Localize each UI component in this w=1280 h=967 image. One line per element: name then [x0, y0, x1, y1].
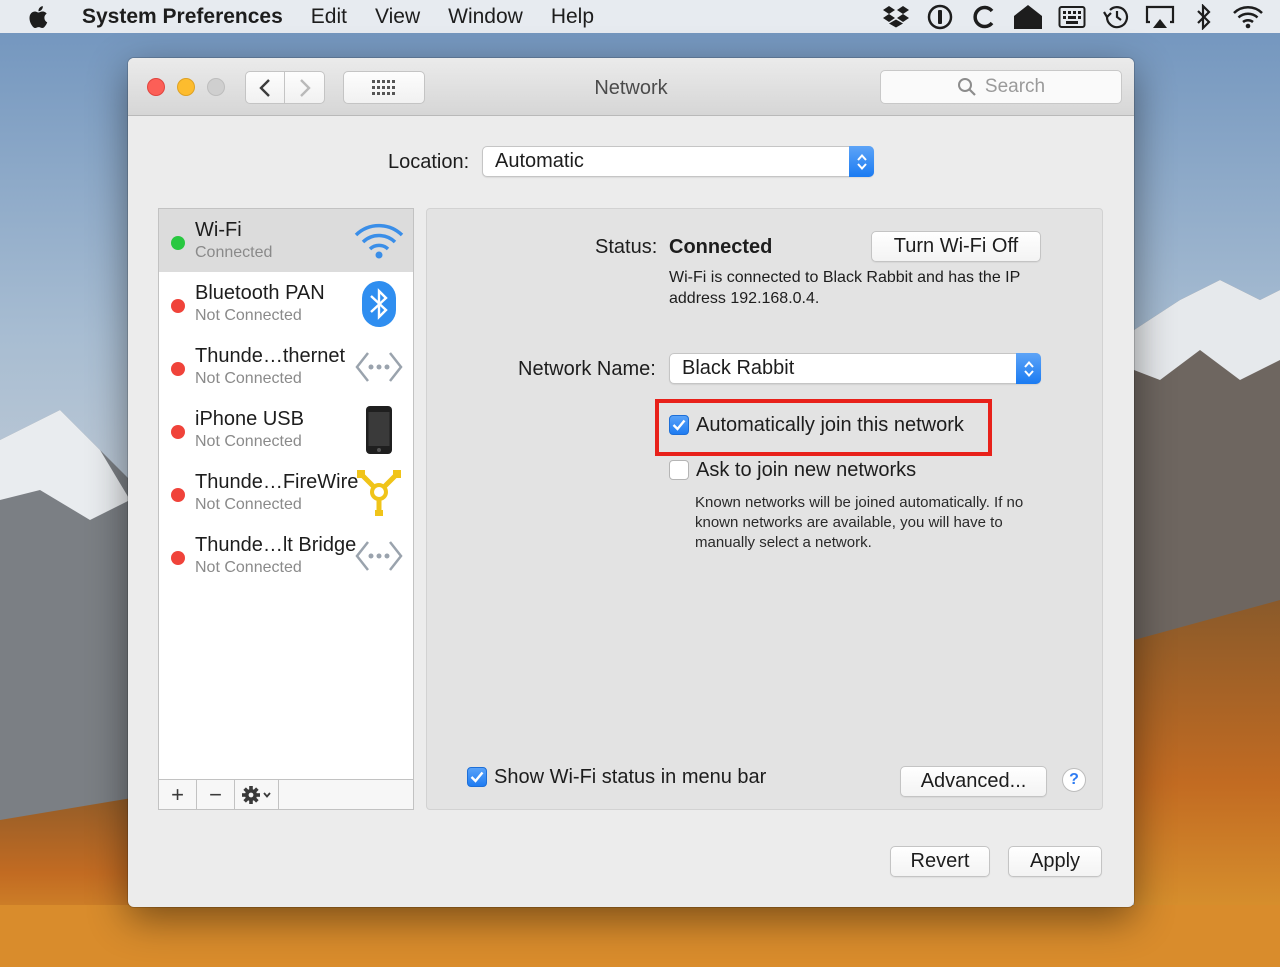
search-field[interactable]: Search	[880, 70, 1122, 104]
menu-extras	[874, 0, 1270, 33]
add-service-button[interactable]: +	[159, 780, 197, 809]
service-item-thunderbolt-ethernet[interactable]: Thunde…thernet Not Connected	[159, 335, 413, 398]
apply-button[interactable]: Apply	[1008, 846, 1102, 877]
service-name: Thunde…lt Bridge	[195, 534, 357, 556]
location-value: Automatic	[495, 150, 584, 172]
menu-edit[interactable]: Edit	[297, 0, 361, 33]
wifi-detail-panel: Status: Connected Turn Wi-Fi Off Wi-Fi i…	[426, 208, 1103, 810]
bluetooth-icon	[353, 279, 405, 329]
airplay-icon[interactable]	[1138, 0, 1182, 33]
menu-bar: System Preferences Edit View Window Help	[0, 0, 1280, 33]
home-icon[interactable]	[1006, 0, 1050, 33]
menu-app-name[interactable]: System Preferences	[64, 0, 297, 33]
keyboard-viewer-icon[interactable]	[1050, 0, 1094, 33]
network-name-label: Network Name:	[518, 358, 656, 380]
dropbox-icon[interactable]	[874, 0, 918, 33]
popup-arrows-icon	[1016, 353, 1041, 384]
gear-icon	[241, 785, 271, 804]
service-list-toolbar: + −	[158, 779, 414, 810]
bluetooth-icon[interactable]	[1182, 0, 1226, 33]
service-name: Thunde…FireWire	[195, 471, 359, 493]
ask-join-label[interactable]: Ask to join new networks	[696, 459, 916, 482]
help-button[interactable]: ?	[1062, 768, 1086, 792]
auto-join-label[interactable]: Automatically join this network	[696, 414, 964, 437]
service-item-wifi[interactable]: Wi-Fi Connected	[159, 209, 413, 272]
menu-view[interactable]: View	[361, 0, 434, 33]
network-name-popup[interactable]: Black Rabbit	[669, 353, 1041, 384]
service-status: Connected	[195, 244, 273, 261]
show-wifi-status-checkbox[interactable]	[467, 767, 487, 787]
service-status-dot	[171, 488, 185, 502]
wifi-icon[interactable]	[1226, 0, 1270, 33]
service-status-dot	[171, 551, 185, 565]
bridge-icon	[353, 531, 405, 581]
known-networks-description: Known networks will be joined automatica…	[695, 494, 1024, 551]
service-status-dot	[171, 425, 185, 439]
wifi-icon	[353, 216, 405, 266]
location-popup[interactable]: Automatic	[482, 146, 874, 177]
menu-help[interactable]: Help	[537, 0, 608, 33]
show-wifi-status-label[interactable]: Show Wi-Fi status in menu bar	[494, 766, 766, 789]
title-bar[interactable]: Network Search	[128, 58, 1134, 116]
service-item-thunderbolt-bridge[interactable]: Thunde…lt Bridge Not Connected	[159, 524, 413, 587]
checkmark-icon	[672, 419, 686, 431]
advanced-button[interactable]: Advanced...	[900, 766, 1047, 797]
service-status-dot	[171, 236, 185, 250]
network-service-list[interactable]: Wi-Fi Connected Bluetooth PAN Not Connec…	[158, 208, 414, 780]
ethernet-icon	[353, 342, 405, 392]
service-status: Not Connected	[195, 559, 302, 576]
service-name: Wi-Fi	[195, 219, 242, 241]
revert-button[interactable]: Revert	[890, 846, 990, 877]
popup-arrows-icon	[849, 146, 874, 177]
service-actions-button[interactable]	[235, 780, 279, 809]
search-placeholder: Search	[984, 76, 1046, 97]
status-label: Status:	[595, 236, 658, 258]
iphone-icon	[353, 405, 405, 455]
search-icon	[957, 78, 976, 96]
time-machine-icon[interactable]	[1094, 0, 1138, 33]
service-item-iphone-usb[interactable]: iPhone USB Not Connected	[159, 398, 413, 461]
status-value: Connected	[669, 236, 773, 258]
auto-join-checkbox[interactable]	[669, 415, 689, 435]
status-description: Wi-Fi is connected to Black Rabbit and h…	[669, 269, 1020, 307]
service-status: Not Connected	[195, 433, 302, 450]
service-item-thunderbolt-firewire[interactable]: Thunde…FireWire Not Connected	[159, 461, 413, 524]
service-item-bluetooth-pan[interactable]: Bluetooth PAN Not Connected	[159, 272, 413, 335]
network-name-value: Black Rabbit	[682, 357, 795, 379]
network-preferences-window: Network Search Location: Automatic Wi-Fi…	[128, 58, 1134, 907]
service-status-dot	[171, 299, 185, 313]
turn-wifi-off-button[interactable]: Turn Wi-Fi Off	[871, 231, 1041, 262]
1password-icon[interactable]	[918, 0, 962, 33]
service-status: Not Connected	[195, 307, 302, 324]
firewire-icon	[353, 468, 405, 518]
c-app-icon[interactable]	[962, 0, 1006, 33]
service-status: Not Connected	[195, 370, 302, 387]
remove-service-button[interactable]: −	[197, 780, 235, 809]
menu-window[interactable]: Window	[434, 0, 537, 33]
checkmark-icon	[470, 771, 484, 783]
apple-menu-icon[interactable]	[28, 5, 64, 29]
service-status: Not Connected	[195, 496, 302, 513]
service-status-dot	[171, 362, 185, 376]
service-name: Thunde…thernet	[195, 345, 346, 367]
service-name: iPhone USB	[195, 408, 304, 430]
ask-join-checkbox[interactable]	[669, 460, 689, 480]
location-label: Location:	[388, 151, 470, 173]
service-name: Bluetooth PAN	[195, 282, 325, 304]
